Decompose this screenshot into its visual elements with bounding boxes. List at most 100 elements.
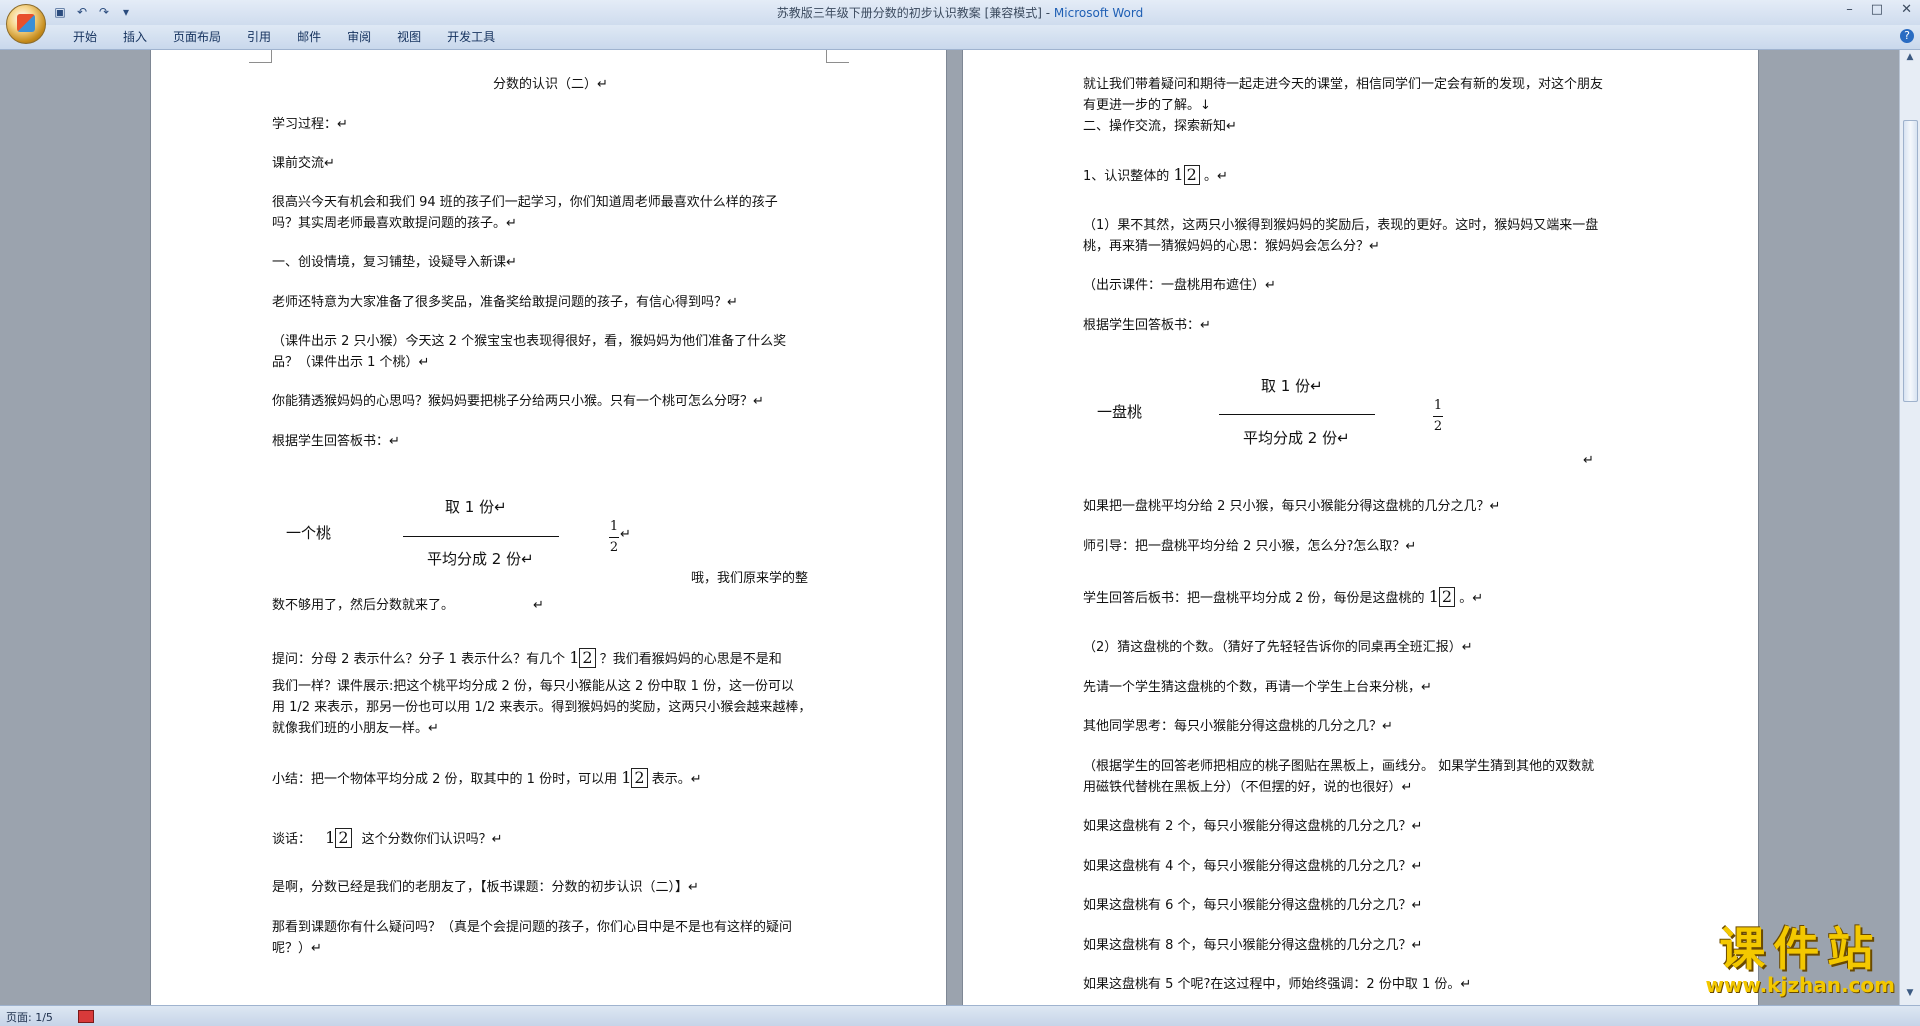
paragraph: 其他同学思考：每只小猴能分得这盘桃的几分之几？↵ <box>1083 719 1393 734</box>
tab-view[interactable]: 视图 <box>384 29 434 45</box>
diagram-line <box>1219 414 1375 415</box>
scroll-up-icon[interactable]: ▲ <box>1903 52 1917 66</box>
margin-corner-mark <box>826 50 849 63</box>
help-icon[interactable]: ? <box>1900 29 1914 43</box>
tab-references[interactable]: 引用 <box>234 29 284 45</box>
paragraph: 学生回答后板书：把一盘桃平均分成 2 份，每份是这盘桃的 12 。↵ <box>1083 586 1483 609</box>
fraction-one: 1 <box>325 828 336 847</box>
tab-insert[interactable]: 插入 <box>110 29 160 45</box>
paragraph: 如果这盘桃有 6 个，每只小猴能分得这盘桃的几分之几？↵ <box>1083 898 1423 913</box>
language-icon[interactable] <box>78 1010 94 1023</box>
status-bar: 页面: 1/5 <box>0 1005 1920 1026</box>
paragraph: 是啊，分数已经是我们的老朋友了，【板书课题：分数的初步认识（二）】↵ <box>272 880 699 895</box>
fraction-half: 1 2 <box>1433 398 1443 435</box>
scrollbar-thumb[interactable] <box>1903 120 1918 402</box>
paragraph: 老师还特意为大家准备了很多奖品，准备奖给敢提问题的孩子，有信心得到吗？↵ <box>272 295 738 310</box>
text-run: 谈话： <box>272 832 312 847</box>
paragraph: 学习过程：↵ <box>272 117 348 132</box>
paragraph: 如果这盘桃有 4 个，每只小猴能分得这盘桃的几分之几？↵ <box>1083 859 1423 874</box>
paragraph: （课件出示 2 只小猴）今天这 2 个猴宝宝也表现得很好，看，猴妈妈为他们准备了… <box>272 334 787 349</box>
paragraph: （1）果不其然，这两只小猴得到猴妈妈的奖励后，表现的更好。这时，猴妈妈又端来一盘 <box>1083 218 1599 233</box>
fraction-box: 2 <box>1183 165 1200 185</box>
fraction-half: 1 2 <box>609 519 619 556</box>
paragraph: 课前交流↵ <box>272 156 335 171</box>
paragraph: 有更进一步的了解。↓ <box>1083 98 1211 113</box>
fraction-box: 2 <box>631 768 648 788</box>
diagram-bottom-label: 平均分成 2 份↵ <box>1243 429 1350 447</box>
text-run: 提问：分母 2 表示什么？分子 1 表示什么？有几个 <box>272 652 566 667</box>
paragraph: 如果这盘桃有 8 个，每只小猴能分得这盘桃的几分之几？↵ <box>1083 938 1423 953</box>
paragraph: 品？（课件出示 1 个桃）↵ <box>272 355 430 370</box>
vertical-scrollbar[interactable]: ▲ ▼ <box>1899 50 1920 1005</box>
watermark-text: 课件站 <box>1719 922 1882 976</box>
document-name: 苏教版三年级下册分数的初步认识教案 [兼容模式] - <box>776 6 1054 20</box>
paragraph-mark: ↵ <box>1583 453 1594 468</box>
maximize-button[interactable]: □ <box>1871 2 1883 17</box>
text-run: 小结：把一个物体平均分成 2 份，取其中的 1 份时，可以用 <box>272 772 618 787</box>
tab-developer[interactable]: 开发工具 <box>434 29 508 45</box>
app-name: Microsoft Word <box>1053 6 1144 20</box>
text-run: 1、认识整体的 <box>1083 169 1170 184</box>
tab-home[interactable]: 开始 <box>60 29 110 45</box>
paragraph: 师引导：把一盘桃平均分给 2 只小猴，怎么分?怎么取？↵ <box>1083 539 1417 554</box>
paragraph: （根据学生的回答老师把相应的桃子图贴在黑板上，画线分。 如果学生猜到其他的双数就 <box>1083 759 1595 774</box>
paragraph: 根据学生回答板书：↵ <box>1083 318 1211 333</box>
text-run: ？我们看猴妈妈的心思是不是和 <box>599 652 782 667</box>
paragraph: （出示课件：一盘桃用布遮住）↵ <box>1083 278 1276 293</box>
fraction-denominator: 2 <box>609 540 619 555</box>
window-title: 苏教版三年级下册分数的初步认识教案 [兼容模式] - Microsoft Wor… <box>0 4 1920 21</box>
scroll-down-icon[interactable]: ▼ <box>1903 988 1917 1002</box>
fraction-numerator: 1 <box>1433 398 1443 413</box>
paragraph: 很高兴今天有机会和我们 94 班的孩子们一起学习，你们知道周老师最喜欢什么样的孩… <box>272 195 778 210</box>
fraction-bar <box>1433 416 1443 417</box>
paragraph: 小结：把一个物体平均分成 2 份，取其中的 1 份时，可以用 12 表示。↵ <box>272 767 702 790</box>
paragraph: 用磁铁代替桃在黑板上分）（不但摆的好，说的也很好）↵ <box>1083 780 1413 795</box>
paragraph-mark: ↵ <box>620 527 631 542</box>
tab-review[interactable]: 审阅 <box>334 29 384 45</box>
paragraph: 你能猜透猴妈妈的心思吗？猴妈妈要把桃子分给两只小猴。只有一个桃可怎么分呀？↵ <box>272 394 764 409</box>
heading: 1、认识整体的 12 。↵ <box>1083 164 1228 187</box>
diagram-bottom-label: 平均分成 2 份↵ <box>427 550 534 568</box>
page-count[interactable]: 页面: 1/5 <box>6 1009 53 1025</box>
site-watermark: 课件站 www.kjzhan.com <box>1705 924 1895 996</box>
minimize-button[interactable]: – <box>1846 2 1853 17</box>
paragraph: 呢？）↵ <box>272 941 322 956</box>
fraction-one: 1 <box>1428 587 1439 606</box>
ribbon-tabs: 开始 插入 页面布局 引用 邮件 审阅 视图 开发工具 <box>60 29 508 45</box>
paragraph: 那看到课题你有什么疑问吗？（真是个会提问题的孩子，你们心目中是不是也有这样的疑问 <box>272 920 793 935</box>
page-1[interactable]: 分数的认识（二）↵ 学习过程：↵ 课前交流↵ 很高兴今天有机会和我们 94 班的… <box>150 50 947 1005</box>
paragraph: 我们一样？课件展示:把这个桃平均分成 2 份，每只小猴能从这 2 份中取 1 份… <box>272 679 794 694</box>
office-button[interactable] <box>6 4 46 44</box>
text-run: 这个分数你们认识吗？↵ <box>361 832 503 847</box>
fraction-denominator: 2 <box>1433 419 1443 434</box>
fraction-box: 2 <box>579 648 596 668</box>
diagram-top-label: 取 1 份↵ <box>1261 377 1323 395</box>
paragraph: 提问：分母 2 表示什么？分子 1 表示什么？有几个 12 ？我们看猴妈妈的心思… <box>272 647 782 670</box>
fraction-box: 2 <box>335 828 352 848</box>
paragraph: 谈话： 12 这个分数你们认识吗？↵ <box>272 827 503 850</box>
paragraph: 如果把一盘桃平均分给 2 只小猴，每只小猴能分得这盘桃的几分之几？↵ <box>1083 499 1501 514</box>
close-button[interactable]: ✕ <box>1901 2 1912 17</box>
fraction-one: 1 <box>1173 165 1184 184</box>
heading: 一、创设情境，复习铺垫，设疑导入新课↵ <box>272 255 517 270</box>
ribbon: 开始 插入 页面布局 引用 邮件 审阅 视图 开发工具 ? <box>0 25 1920 50</box>
text-run: 。↵ <box>1459 591 1484 606</box>
window-controls: – □ ✕ <box>1846 2 1912 17</box>
diagram-line <box>403 536 559 537</box>
page-2[interactable]: 就让我们带着疑问和期待一起走进今天的课堂，相信同学们一定会有新的发现，对这个朋友… <box>962 50 1759 1005</box>
paragraph: 就像我们班的小朋友一样。↵ <box>272 721 439 736</box>
paragraph-mark: ↵ <box>533 598 544 613</box>
paragraph: 吗？其实周老师最喜欢敢提问题的孩子。↵ <box>272 216 517 231</box>
diagram-label: 一盘桃 <box>1097 403 1143 421</box>
tab-page-layout[interactable]: 页面布局 <box>160 29 234 45</box>
paragraph: 就让我们带着疑问和期待一起走进今天的课堂，相信同学们一定会有新的发现，对这个朋友 <box>1083 77 1604 92</box>
tab-mailings[interactable]: 邮件 <box>284 29 334 45</box>
title-bar: ▣ ↶ ↷ ▾ 苏教版三年级下册分数的初步认识教案 [兼容模式] - Micro… <box>0 0 1920 26</box>
paragraph: 先请一个学生猜这盘桃的个数，再请一个学生上台来分桃，↵ <box>1083 680 1432 695</box>
watermark-url: www.kjzhan.com <box>1705 973 1895 997</box>
paragraph: 哦，我们原来学的整 <box>691 571 809 586</box>
fraction-box: 2 <box>1438 587 1456 607</box>
fraction-bar <box>609 537 619 538</box>
text-run: 。↵ <box>1203 169 1228 184</box>
fraction-numerator: 1 <box>609 519 619 534</box>
